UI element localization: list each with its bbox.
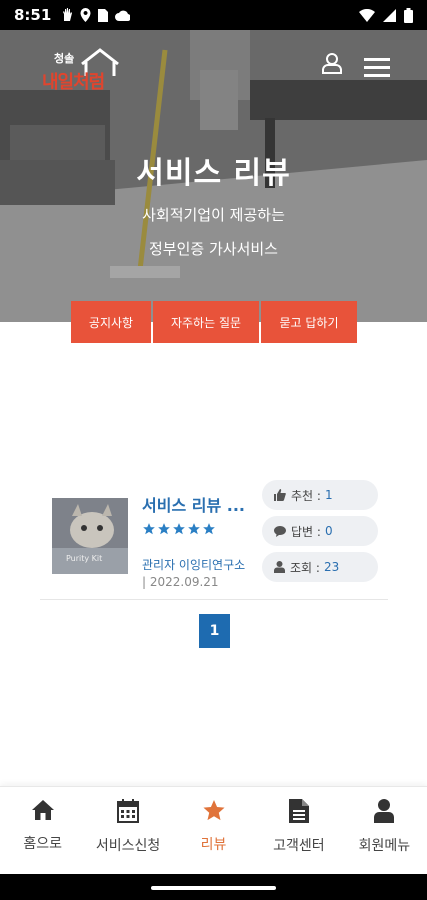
nav-service-request[interactable]: 서비스신청 [85,787,170,874]
hero-banner: 청솔 내일처럼 서비스 리뷰 사회적기업이 제공하는 정부인증 가사서비스 [0,30,427,322]
home-gesture-handle[interactable] [151,886,276,890]
tab-faq[interactable]: 자주하는 질문 [153,301,259,343]
status-bar: 8:51 [0,0,427,30]
recommend-label: 추천 : [291,488,321,503]
wifi-icon [359,8,375,22]
logo-main-text: 내일처럼 [42,72,105,93]
review-date: | 2022.09.21 [142,575,219,589]
view-count-badge[interactable]: 조회 : 23 [262,552,378,582]
hero-subtitle-1: 사회적기업이 제공하는 [142,206,285,224]
calendar-icon [117,799,140,823]
review-list-item[interactable]: Purity Kit 서비스 리뷰 ... 관리자 이잉티연구소 | 2022.… [40,478,388,600]
cloud-icon [115,10,131,21]
thumbnail-caption: Purity Kit [66,554,103,563]
nav-home[interactable]: 홈으로 [0,787,85,874]
nav-review[interactable]: 리뷰 [171,787,256,874]
nav-home-label: 홈으로 [23,836,63,852]
hero-subtitle-2: 정부인증 가사서비스 [149,240,278,258]
nav-customer-center[interactable]: 고객센터 [256,787,341,874]
recommend-count-badge[interactable]: 추천 : 1 [262,480,378,510]
location-icon [80,8,91,22]
nav-service-request-label: 서비스신청 [95,838,161,854]
reply-value: 0 [324,524,333,538]
board-tabs: 공지사항 자주하는 질문 묻고 답하기 [71,301,357,343]
pagination-page-1[interactable]: 1 [199,614,230,648]
star-icon [173,523,185,535]
battery-icon [404,7,413,23]
reply-label: 답변 : [291,524,321,539]
review-title[interactable]: 서비스 리뷰 ... [142,492,254,516]
status-time: 8:51 [14,6,52,24]
status-right-icons [359,7,413,23]
comment-icon [274,525,286,537]
star-icon [188,523,200,535]
reply-count-badge[interactable]: 답변 : 0 [262,516,378,546]
sim-icon [98,8,109,22]
logo-top-text: 청솔 [54,52,75,65]
star-icon [203,523,215,535]
star-icon [202,799,225,821]
document-icon [288,799,309,823]
review-thumbnail[interactable]: Purity Kit [52,498,128,574]
view-value: 23 [323,560,340,574]
tab-qna[interactable]: 묻고 답하기 [261,301,357,343]
home-icon [31,800,54,820]
brand-logo[interactable]: 청솔 내일처럼 [38,42,120,94]
star-icon [158,523,170,535]
thumbs-up-icon [274,489,286,501]
nav-member-menu-label: 회원메뉴 [358,838,411,854]
review-author: 관리자 이잉티연구소 [142,558,246,572]
recommend-value: 1 [324,488,333,502]
user-icon [274,561,285,573]
system-nav-bar [0,874,427,900]
menu-icon[interactable] [364,58,390,78]
bottom-nav: 홈으로 서비스신청 리뷰 고객센터 회원메뉴 [0,786,427,874]
user-icon [374,799,395,823]
tab-notice[interactable]: 공지사항 [71,301,151,343]
star-icon [143,523,155,535]
rating-stars [142,522,216,536]
nav-customer-center-label: 고객센터 [273,838,325,854]
status-icons [61,8,131,22]
page-title: 서비스 리뷰 [136,156,291,191]
nav-review-label: 리뷰 [200,837,227,853]
nav-member-menu[interactable]: 회원메뉴 [342,787,427,874]
account-icon[interactable] [321,52,343,74]
hand-icon [63,8,73,21]
signal-icon [383,8,396,22]
view-label: 조회 : [290,560,320,575]
